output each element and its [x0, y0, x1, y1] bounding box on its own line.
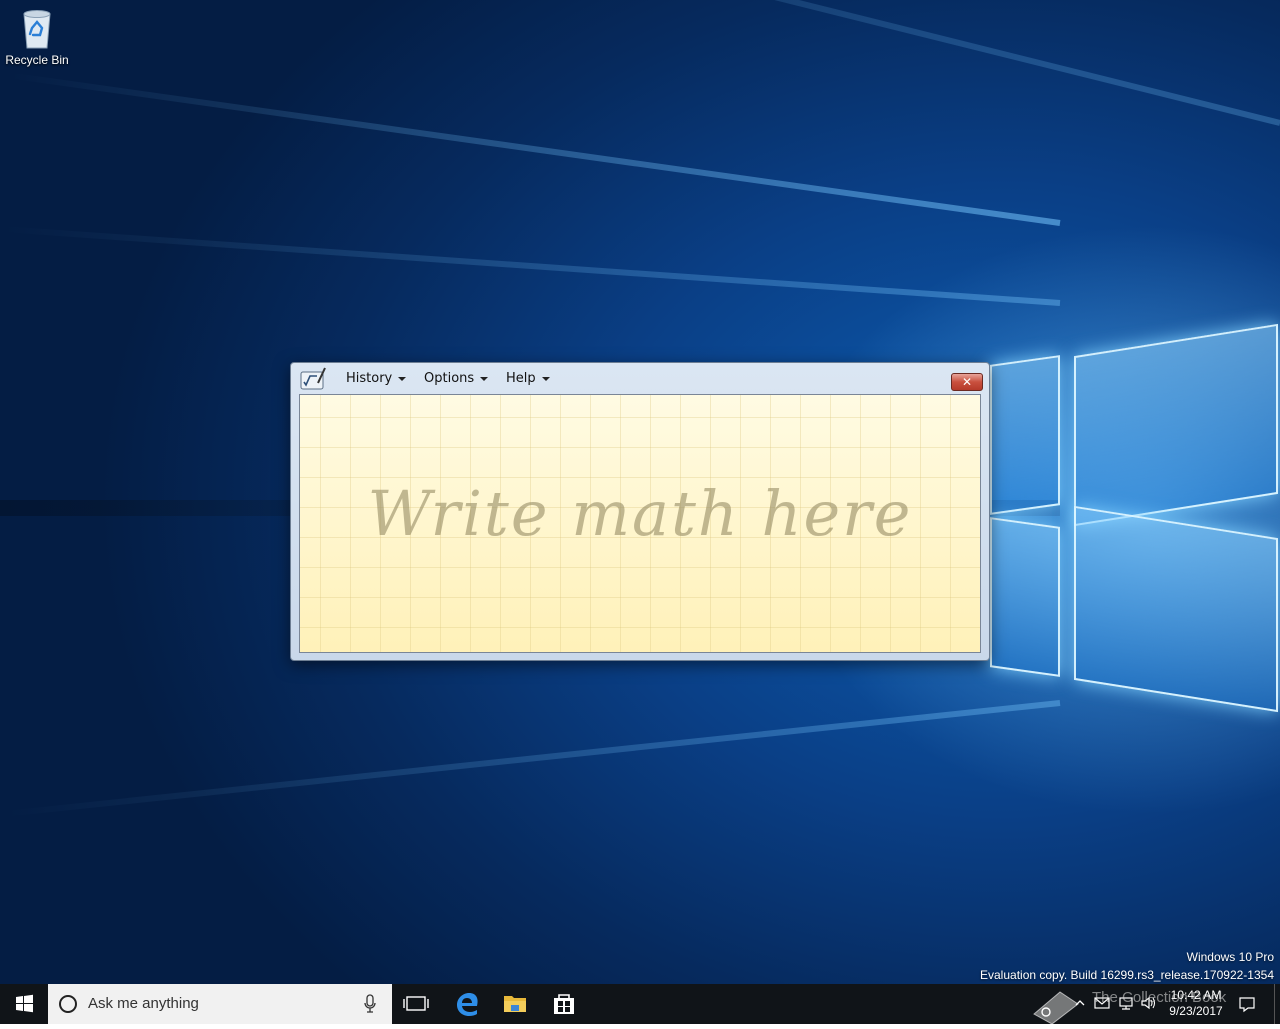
chevron-down-icon [480, 376, 489, 381]
clock-time: 10:42 AM [1170, 988, 1222, 1002]
microphone-icon[interactable] [364, 994, 376, 1014]
action-center-icon [1239, 997, 1255, 1013]
logo-pane-top-right [1074, 323, 1278, 527]
wallpaper-beam [2, 226, 1061, 306]
file-explorer-icon [504, 996, 526, 1012]
wallpaper-beam [9, 72, 1061, 226]
close-button[interactable]: ✕ [951, 373, 983, 391]
search-placeholder: Ask me anything [88, 995, 199, 1012]
task-view-button[interactable] [392, 984, 440, 1024]
recycle-bin-icon [19, 6, 55, 50]
wallpaper-beam [5, 700, 1061, 817]
windows-logo-icon [16, 994, 33, 1013]
menu-history[interactable]: History [346, 371, 407, 386]
watermark-edition: Windows 10 Pro [1186, 950, 1274, 964]
store-icon [554, 994, 574, 1014]
writing-area[interactable]: Write math here [299, 394, 981, 653]
taskbar-clock[interactable]: 10:42 AM 9/23/2017 [1152, 987, 1240, 1019]
logo-pane-bottom-left [990, 517, 1060, 677]
recycle-bin-label: Recycle Bin [5, 53, 69, 67]
menu-help[interactable]: Help [506, 371, 550, 386]
action-center-button[interactable] [1238, 995, 1256, 1013]
file-explorer-button[interactable] [491, 984, 539, 1024]
writing-area-hint: Write math here [367, 477, 913, 550]
math-input-panel-window[interactable]: History Options Help ✕ Write math here [290, 362, 990, 661]
close-icon: ✕ [961, 375, 973, 389]
math-input-panel-app-icon[interactable] [300, 367, 326, 391]
chevron-down-icon [398, 376, 407, 381]
logo-pane-top-left [990, 355, 1060, 515]
search-box[interactable]: Ask me anything [48, 984, 392, 1024]
start-button[interactable] [0, 984, 48, 1024]
menu-options-label: Options [424, 371, 475, 386]
menu-history-label: History [346, 371, 393, 386]
desktop: Recycle Bin History Options Help ✕ Write… [0, 0, 1280, 984]
edge-button[interactable] [443, 984, 491, 1024]
task-view-icon [403, 996, 429, 1011]
store-button[interactable] [540, 984, 588, 1024]
logo-pane-bottom-right [1074, 505, 1278, 713]
show-desktop-button[interactable] [1274, 984, 1280, 1024]
clock-date: 9/23/2017 [1169, 1004, 1223, 1018]
chevron-up-icon[interactable] [1074, 996, 1086, 1008]
menu-help-label: Help [506, 371, 536, 386]
cortana-icon [59, 995, 77, 1013]
wallpaper-beam [231, 0, 1280, 126]
desktop-icon-recycle-bin[interactable]: Recycle Bin [4, 6, 70, 67]
watermark-build: Evaluation copy. Build 16299.rs3_release… [980, 968, 1274, 982]
os-watermark: Windows 10 Pro Evaluation copy. Build 16… [980, 948, 1274, 984]
chevron-down-icon [541, 376, 550, 381]
edge-icon [457, 993, 478, 1016]
taskbar: Ask me anything The Collection Book 10:4… [0, 984, 1280, 1025]
menu-options[interactable]: Options [424, 371, 489, 386]
